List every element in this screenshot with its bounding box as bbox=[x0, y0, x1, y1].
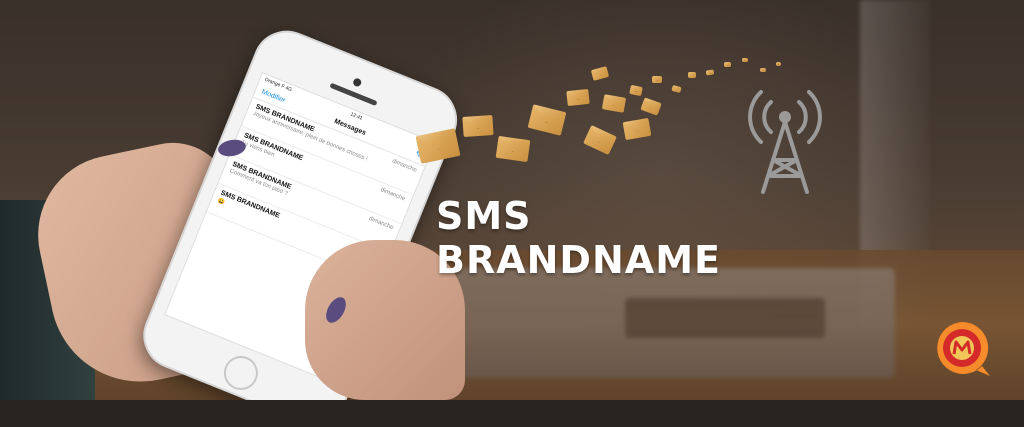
envelope-icon bbox=[688, 72, 696, 78]
envelope-icon bbox=[495, 135, 531, 163]
envelope-icon bbox=[776, 62, 781, 66]
envelope-icon bbox=[566, 88, 590, 107]
laptop bbox=[455, 268, 895, 378]
envelope-icon bbox=[760, 68, 766, 72]
home-button[interactable] bbox=[218, 350, 264, 396]
brand-logo-icon bbox=[937, 321, 990, 376]
laptop-keyboard bbox=[625, 298, 825, 338]
hero-banner: Orange F 4G 12:41 ▮▮▯ Modifier Messages … bbox=[0, 0, 1024, 400]
envelope-icon bbox=[724, 62, 731, 67]
envelope-icon bbox=[652, 76, 662, 83]
camera-icon bbox=[352, 77, 363, 88]
signal-tower-icon bbox=[748, 90, 822, 194]
envelope-icon bbox=[742, 58, 748, 62]
network-label: 4G bbox=[284, 85, 293, 94]
headline: SMS BRANDNAME bbox=[436, 194, 721, 282]
bottom-bar bbox=[0, 400, 1024, 427]
envelope-icon bbox=[462, 114, 494, 138]
